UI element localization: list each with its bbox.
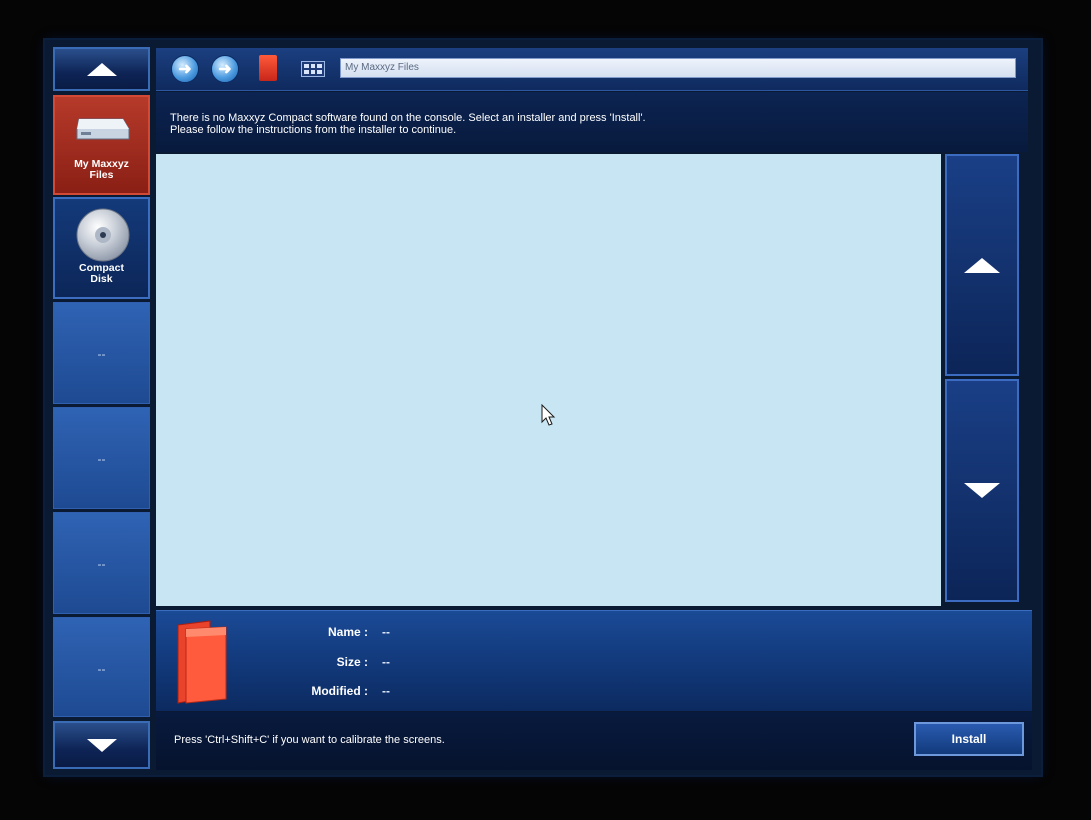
install-button[interactable]: Install [914,722,1024,756]
triangle-up-icon [964,257,1000,273]
folder-up-icon[interactable] [259,55,277,81]
status-bar: Press 'Ctrl+Shift+C' if you want to cali… [156,712,1032,770]
status-text: Press 'Ctrl+Shift+C' if you want to cali… [174,734,445,746]
sidebar-item-empty[interactable]: -- [53,512,150,614]
sidebar-item-label: -- [97,347,106,361]
folder-icon [177,620,227,704]
message-line-1: There is no Maxxyz Compact software foun… [170,112,646,124]
sidebar-scroll-down-button[interactable] [53,721,150,769]
cd-icon [76,208,130,262]
message-bar: There is no Maxxyz Compact software foun… [156,92,1028,152]
mouse-pointer-icon [541,404,556,426]
sidebar-item-label: -- [97,452,106,466]
modified-value: -- [382,684,390,698]
toolbar: ➜ ➜ My Maxxyz Files [156,48,1028,91]
triangle-down-icon [86,738,117,752]
size-row: Size : -- [276,655,676,669]
sidebar-item-empty[interactable]: -- [53,302,150,404]
size-label: Size : [336,655,368,669]
modified-label: Modified : [311,684,368,698]
sidebar-scroll-up-button[interactable] [53,47,150,91]
sidebar-item-empty[interactable]: -- [53,407,150,509]
name-row: Name : -- [276,625,676,639]
list-scroll-down-button[interactable] [945,379,1019,602]
name-label: Name : [327,625,368,639]
sidebar-item-compact-disk[interactable]: Compact Disk [53,197,150,299]
size-value: -- [382,655,390,669]
forward-arrow-icon: ➜ [218,61,232,78]
sidebar-item-label-line2: Files [89,169,114,181]
sidebar-item-label-line2: Disk [90,273,113,285]
back-arrow-icon: ➜ [178,61,192,78]
triangle-down-icon [964,483,1000,498]
name-value: -- [382,625,390,639]
message-line-2: Please follow the instructions from the … [170,124,457,136]
file-details-panel: Name : -- Size : -- Modified : -- [156,610,1032,711]
sidebar-item-label: -- [97,662,106,676]
file-list-area[interactable] [156,154,941,606]
drive-icon [76,118,130,140]
list-scroll-up-button[interactable] [945,154,1019,376]
view-grid-icon[interactable] [301,61,325,77]
sidebar-item-label: -- [97,557,106,571]
sidebar-item-empty[interactable]: -- [53,617,150,717]
forward-button[interactable]: ➜ [211,55,239,83]
address-field[interactable]: My Maxxyz Files [340,58,1016,78]
triangle-up-icon [86,62,117,76]
back-button[interactable]: ➜ [171,55,199,83]
modified-row: Modified : -- [276,684,676,698]
sidebar-item-my-files[interactable]: My Maxxyz Files [53,95,150,195]
